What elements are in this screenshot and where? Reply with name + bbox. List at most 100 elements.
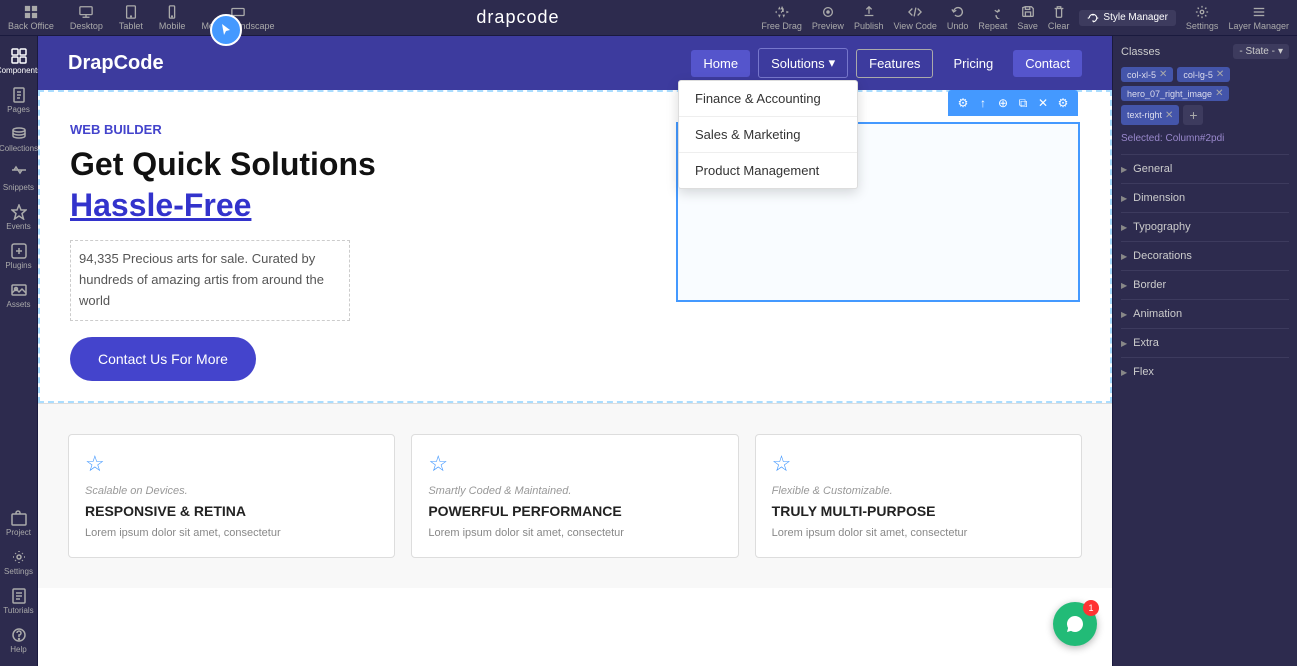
class-tag-2[interactable]: hero_07_right_image ✕: [1121, 86, 1229, 101]
prop-section-extra: ▶ Extra: [1121, 328, 1289, 357]
element-toolbar: ⚙ ↑ ⊕ ⧉ ✕ ⚙: [948, 90, 1078, 116]
dropdown-item-product[interactable]: Product Management: [679, 153, 857, 188]
class-tag-close-0[interactable]: ✕: [1159, 69, 1167, 80]
sidebar-item-collections[interactable]: Collections: [0, 122, 37, 157]
selected-info: Selected: Column#2pdi: [1121, 133, 1289, 144]
prop-section-dimension: ▶ Dimension: [1121, 183, 1289, 212]
prop-section-animation: ▶ Animation: [1121, 299, 1289, 328]
prop-section-border: ▶ Border: [1121, 270, 1289, 299]
class-tag-1[interactable]: col-lg-5 ✕: [1177, 67, 1230, 82]
rs-header: Classes - State - ▾: [1121, 44, 1289, 59]
sidebar-item-help[interactable]: Help: [0, 623, 37, 658]
element-tool-up[interactable]: ↑: [974, 94, 992, 112]
nav-solutions[interactable]: Solutions ▾: [758, 48, 848, 78]
element-tool-copy[interactable]: ⧉: [1014, 94, 1032, 112]
clear-btn[interactable]: Clear: [1048, 5, 1070, 31]
free-drag-btn[interactable]: Free Drag: [761, 5, 802, 31]
undo-btn[interactable]: Undo: [947, 5, 969, 31]
prop-section-header-extra[interactable]: ▶ Extra: [1121, 335, 1289, 351]
canvas-area[interactable]: DrapCode Home Solutions ▾ Features Prici…: [38, 36, 1112, 666]
prop-section-flex: ▶ Flex: [1121, 357, 1289, 386]
element-tool-delete[interactable]: ✕: [1034, 94, 1052, 112]
class-tag-3[interactable]: text-right ✕: [1121, 105, 1179, 125]
tablet-btn[interactable]: Tablet: [119, 5, 143, 31]
repeat-btn[interactable]: Repeat: [978, 5, 1007, 31]
layer-manager-btn[interactable]: Layer Manager: [1228, 5, 1289, 31]
sidebar-item-settings[interactable]: Settings: [0, 545, 37, 580]
arrow-icon-extra: ▶: [1121, 339, 1127, 348]
save-btn[interactable]: Save: [1017, 5, 1038, 31]
prop-section-header-decorations[interactable]: ▶ Decorations: [1121, 248, 1289, 264]
class-tag-0[interactable]: col-xl-5 ✕: [1121, 67, 1173, 82]
hero-title: Get Quick Solutions: [70, 145, 676, 183]
prop-section-header-border[interactable]: ▶ Border: [1121, 277, 1289, 293]
sidebar-item-tutorials[interactable]: Tutorials: [0, 584, 37, 619]
prop-section-header-flex[interactable]: ▶ Flex: [1121, 364, 1289, 380]
website-preview: DrapCode Home Solutions ▾ Features Prici…: [38, 36, 1112, 666]
mobile-btn[interactable]: Mobile: [159, 5, 186, 31]
feature-desc-0: Lorem ipsum dolor sit amet, consectetur: [85, 525, 378, 542]
class-tag-close-3[interactable]: ✕: [1165, 110, 1173, 121]
classes-label: Classes: [1121, 46, 1160, 58]
desktop-btn[interactable]: Desktop: [70, 5, 103, 31]
feature-desc-2: Lorem ipsum dolor sit amet, consectetur: [772, 525, 1065, 542]
arrow-icon-dimension: ▶: [1121, 194, 1127, 203]
element-tool-more[interactable]: ⚙: [1054, 94, 1072, 112]
dropdown-item-sales[interactable]: Sales & Marketing: [679, 117, 857, 153]
arrow-icon-flex: ▶: [1121, 368, 1127, 377]
prop-section-header-animation[interactable]: ▶ Animation: [1121, 306, 1289, 322]
publish-btn[interactable]: Publish: [854, 5, 884, 31]
sidebar-item-project[interactable]: Project: [0, 506, 37, 541]
style-manager-btn[interactable]: Style Manager: [1079, 10, 1175, 26]
dropdown-item-finance[interactable]: Finance & Accounting: [679, 81, 857, 117]
nav-home[interactable]: Home: [691, 50, 750, 77]
prop-section-header-typography[interactable]: ▶ Typography: [1121, 219, 1289, 235]
feature-card-1: ☆ Smartly Coded & Maintained. POWERFUL P…: [411, 434, 738, 559]
preview-btn[interactable]: Preview: [812, 5, 844, 31]
class-tag-close-1[interactable]: ✕: [1216, 69, 1224, 80]
nav-pricing[interactable]: Pricing: [941, 50, 1005, 77]
feature-star-icon-0: ☆: [85, 451, 378, 477]
chevron-down-icon: ▾: [829, 55, 836, 71]
toolbar-right: Free Drag Preview Publish View Code Undo…: [761, 5, 1289, 31]
sidebar-item-pages[interactable]: Pages: [0, 83, 37, 118]
hero-subtitle: Hassle-Free: [70, 187, 676, 224]
sidebar-item-snippets[interactable]: Snippets: [0, 161, 37, 196]
feature-card-0: ☆ Scalable on Devices. RESPONSIVE & RETI…: [68, 434, 395, 559]
hero-section: WEB BUILDER Get Quick Solutions Hassle-F…: [38, 90, 1112, 403]
feature-title-1: POWERFUL PERFORMANCE: [428, 503, 721, 519]
view-code-btn[interactable]: View Code: [893, 5, 936, 31]
class-tags: col-xl-5 ✕ col-lg-5 ✕ hero_07_right_imag…: [1121, 67, 1289, 125]
feature-title-2: TRULY MULTI-PURPOSE: [772, 503, 1065, 519]
sidebar-item-plugins[interactable]: Plugins: [0, 239, 37, 274]
feature-label-2: Flexible & Customizable.: [772, 485, 1065, 497]
sidebar-item-events[interactable]: Events: [0, 200, 37, 235]
chevron-down-icon: ▾: [1278, 46, 1283, 57]
left-sidebar: Components Pages Collections Snippets Ev…: [0, 36, 38, 666]
hero-cta-button[interactable]: Contact Us For More: [70, 337, 256, 381]
nav-features[interactable]: Features: [856, 49, 933, 78]
prop-section-header-general[interactable]: ▶ General: [1121, 161, 1289, 177]
solutions-dropdown: Finance & Accounting Sales & Marketing P…: [678, 80, 858, 189]
main-area: Components Pages Collections Snippets Ev…: [0, 36, 1297, 666]
arrow-icon-animation: ▶: [1121, 310, 1127, 319]
right-sidebar: Classes - State - ▾ col-xl-5 ✕ col-lg-5 …: [1112, 36, 1297, 666]
nav-contact[interactable]: Contact: [1013, 50, 1082, 77]
element-tool-settings[interactable]: ⚙: [954, 94, 972, 112]
class-tag-close-2[interactable]: ✕: [1215, 88, 1223, 99]
element-tool-move[interactable]: ⊕: [994, 94, 1012, 112]
feature-label-0: Scalable on Devices.: [85, 485, 378, 497]
sidebar-item-components[interactable]: Components: [0, 44, 37, 79]
back-office-btn[interactable]: Back Office: [8, 5, 54, 31]
prop-section-general: ▶ General: [1121, 154, 1289, 183]
settings-btn[interactable]: Settings: [1186, 5, 1219, 31]
preview-navbar: DrapCode Home Solutions ▾ Features Prici…: [38, 36, 1112, 90]
state-selector[interactable]: - State - ▾: [1233, 44, 1289, 59]
arrow-icon-border: ▶: [1121, 281, 1127, 290]
prop-section-header-dimension[interactable]: ▶ Dimension: [1121, 190, 1289, 206]
chat-bubble[interactable]: 1: [1053, 602, 1097, 646]
class-add-btn[interactable]: +: [1183, 105, 1203, 125]
sidebar-item-assets[interactable]: Assets: [0, 278, 37, 313]
feature-desc-1: Lorem ipsum dolor sit amet, consectetur: [428, 525, 721, 542]
chat-badge: 1: [1083, 600, 1099, 616]
